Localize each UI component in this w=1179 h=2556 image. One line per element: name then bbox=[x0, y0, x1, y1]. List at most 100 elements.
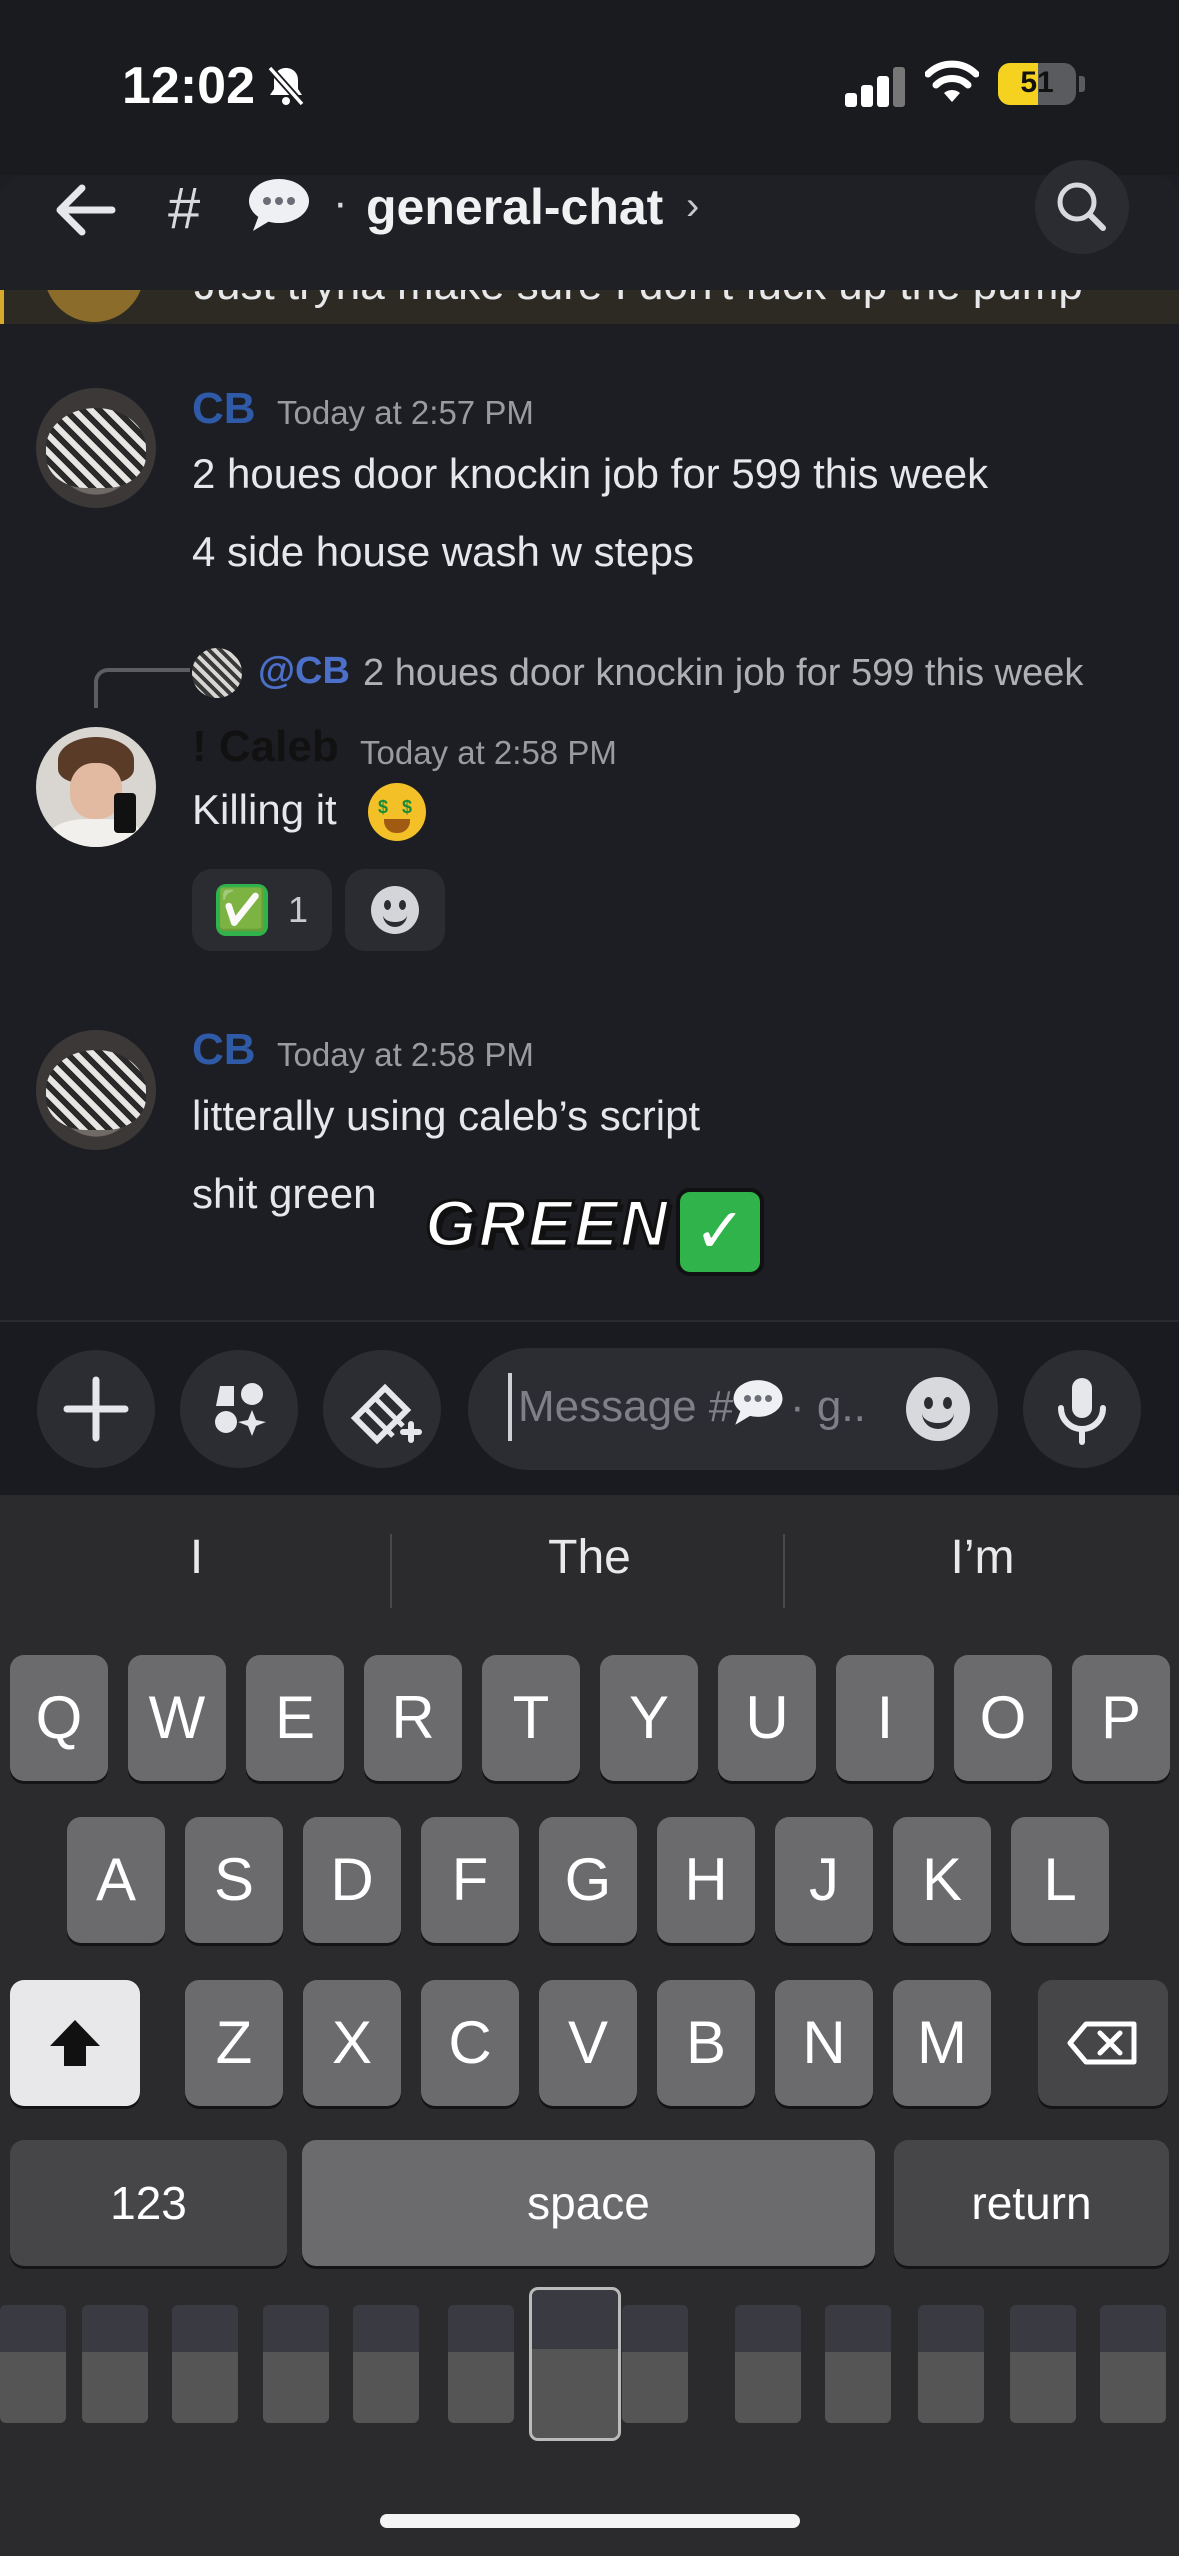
return-key[interactable]: return bbox=[894, 2140, 1169, 2266]
key-j[interactable]: J bbox=[775, 1817, 873, 1943]
text-cursor bbox=[508, 1373, 512, 1441]
app-thumbnail[interactable] bbox=[353, 2305, 419, 2423]
reply-preview-text[interactable]: 2 houes door knockin job for 599 this we… bbox=[363, 652, 1083, 695]
chevron-right-icon[interactable]: › bbox=[686, 184, 699, 229]
reaction-count: 1 bbox=[288, 889, 309, 930]
key-l[interactable]: L bbox=[1011, 1817, 1109, 1943]
delete-key[interactable] bbox=[1038, 1980, 1168, 2106]
reply-connector bbox=[94, 668, 190, 708]
message-text: shit green bbox=[192, 1170, 377, 1217]
app-thumbnail[interactable] bbox=[0, 2305, 66, 2423]
microphone-icon bbox=[1058, 1378, 1106, 1445]
suggestion-divider bbox=[390, 1534, 392, 1608]
key-a[interactable]: A bbox=[67, 1817, 165, 1943]
key-q[interactable]: Q bbox=[10, 1655, 108, 1781]
emoji-icon[interactable] bbox=[906, 1377, 970, 1441]
apps-button[interactable] bbox=[180, 1350, 298, 1468]
app-thumbnail[interactable] bbox=[1100, 2305, 1166, 2423]
avatar[interactable] bbox=[36, 727, 156, 847]
battery-percent: 51 bbox=[1020, 66, 1054, 99]
key-e[interactable]: E bbox=[246, 1655, 344, 1781]
speech-bubble-icon bbox=[733, 1380, 783, 1425]
add-reaction-button[interactable] bbox=[345, 869, 445, 951]
app-thumbnail[interactable] bbox=[622, 2305, 688, 2423]
key-x[interactable]: X bbox=[303, 1980, 401, 2106]
check-emoji-icon: ✅ bbox=[216, 884, 268, 936]
reply-mention[interactable]: @CB bbox=[258, 650, 350, 693]
shift-icon bbox=[50, 2020, 100, 2066]
key-i[interactable]: I bbox=[836, 1655, 934, 1781]
message-username[interactable]: CB bbox=[192, 1025, 256, 1075]
key-g[interactable]: G bbox=[539, 1817, 637, 1943]
message-timestamp: Today at 2:57 PM bbox=[277, 394, 534, 431]
numbers-key[interactable]: 123 bbox=[10, 2140, 287, 2266]
avatar[interactable] bbox=[36, 388, 156, 508]
previous-message-text: Just tryna make sure I don't fuck up the… bbox=[194, 290, 1083, 310]
app-thumbnail[interactable] bbox=[172, 2305, 238, 2423]
status-time: 12:02 bbox=[122, 57, 255, 115]
green-check-sticker-icon: ✓ bbox=[676, 1188, 764, 1276]
key-y[interactable]: Y bbox=[600, 1655, 698, 1781]
avatar bbox=[44, 290, 144, 322]
shift-key[interactable] bbox=[10, 1980, 140, 2106]
apps-icon bbox=[215, 1383, 266, 1436]
key-t[interactable]: T bbox=[482, 1655, 580, 1781]
app-thumbnail[interactable] bbox=[1010, 2305, 1076, 2423]
search-icon bbox=[1057, 182, 1106, 231]
back-arrow-icon[interactable] bbox=[50, 180, 120, 240]
message-username[interactable]: CB bbox=[192, 384, 256, 434]
search-button[interactable] bbox=[1035, 160, 1129, 254]
voice-button[interactable] bbox=[1023, 1350, 1141, 1468]
channel-separator: · bbox=[333, 178, 348, 227]
add-reaction-icon bbox=[371, 886, 419, 934]
plus-icon bbox=[63, 1376, 129, 1442]
key-r[interactable]: R bbox=[364, 1655, 462, 1781]
key-s[interactable]: S bbox=[185, 1817, 283, 1943]
message-placeholder: Message # bbox=[518, 1382, 734, 1431]
battery-tip bbox=[1079, 76, 1085, 92]
key-o[interactable]: O bbox=[954, 1655, 1052, 1781]
suggestion-divider bbox=[783, 1534, 785, 1608]
channel-name[interactable]: general-chat bbox=[366, 178, 663, 236]
suggestion[interactable]: The bbox=[393, 1530, 786, 1585]
key-b[interactable]: B bbox=[657, 1980, 755, 2106]
money-mouth-emoji-icon: $ $ bbox=[368, 783, 426, 841]
key-u[interactable]: U bbox=[718, 1655, 816, 1781]
home-indicator[interactable] bbox=[380, 2514, 800, 2528]
app-thumbnail[interactable] bbox=[448, 2305, 514, 2423]
key-p[interactable]: P bbox=[1072, 1655, 1170, 1781]
key-m[interactable]: M bbox=[893, 1980, 991, 2106]
channel-hash: # bbox=[168, 176, 201, 241]
message-username[interactable]: ! Caleb bbox=[192, 722, 339, 772]
reply-avatar bbox=[192, 648, 242, 698]
app-thumbnail[interactable] bbox=[529, 2287, 621, 2441]
message-text: 4 side house wash w steps bbox=[192, 528, 694, 575]
app-thumbnail[interactable] bbox=[825, 2305, 891, 2423]
reaction-check[interactable]: ✅ 1 bbox=[192, 869, 332, 951]
suggestion[interactable]: I bbox=[0, 1530, 393, 1585]
key-h[interactable]: H bbox=[657, 1817, 755, 1943]
key-v[interactable]: V bbox=[539, 1980, 637, 2106]
key-n[interactable]: N bbox=[775, 1980, 873, 2106]
app-thumbnail[interactable] bbox=[263, 2305, 329, 2423]
space-key[interactable]: space bbox=[302, 2140, 875, 2266]
app-thumbnail[interactable] bbox=[735, 2305, 801, 2423]
bottom-bar bbox=[0, 2470, 1179, 2556]
app-thumbnail[interactable] bbox=[82, 2305, 148, 2423]
delete-icon bbox=[1067, 2021, 1137, 2065]
bell-slash-icon bbox=[267, 65, 305, 107]
key-w[interactable]: W bbox=[128, 1655, 226, 1781]
app-thumbnail[interactable] bbox=[918, 2305, 984, 2423]
battery-icon: 51 bbox=[998, 63, 1076, 105]
key-d[interactable]: D bbox=[303, 1817, 401, 1943]
attach-button[interactable] bbox=[37, 1350, 155, 1468]
avatar[interactable] bbox=[36, 1030, 156, 1150]
message-timestamp: Today at 2:58 PM bbox=[277, 1036, 534, 1073]
message-timestamp: Today at 2:58 PM bbox=[360, 734, 617, 771]
key-k[interactable]: K bbox=[893, 1817, 991, 1943]
key-z[interactable]: Z bbox=[185, 1980, 283, 2106]
key-f[interactable]: F bbox=[421, 1817, 519, 1943]
key-c[interactable]: C bbox=[421, 1980, 519, 2106]
suggestion[interactable]: I’m bbox=[786, 1530, 1179, 1585]
gift-button[interactable] bbox=[323, 1350, 441, 1468]
